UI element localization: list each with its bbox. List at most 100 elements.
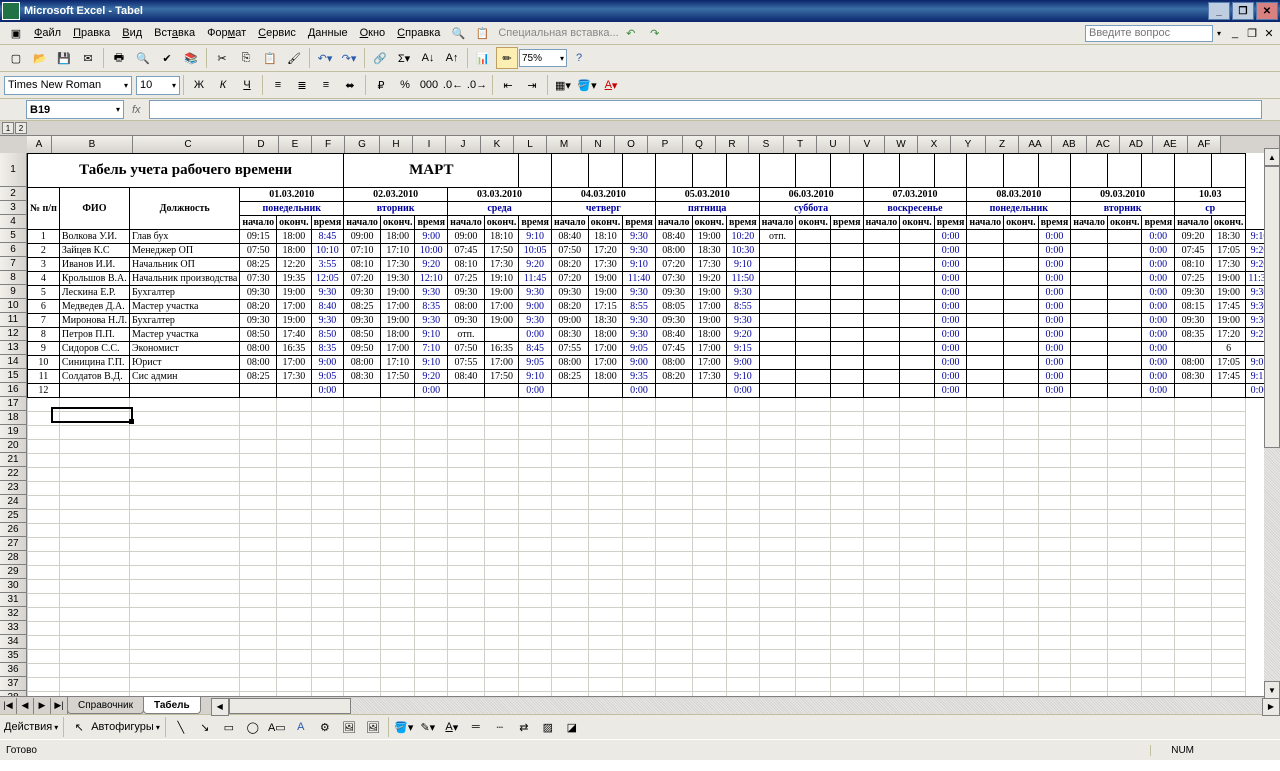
- row-header[interactable]: 24: [0, 495, 27, 509]
- align-right-icon[interactable]: ≡: [315, 74, 337, 96]
- col-header[interactable]: A: [27, 136, 52, 154]
- italic-icon[interactable]: К: [212, 74, 234, 96]
- tab-tabel[interactable]: Табель: [143, 697, 201, 714]
- row-header[interactable]: 4: [0, 215, 27, 229]
- font-color2-icon[interactable]: A▾: [441, 716, 463, 738]
- pointer-icon[interactable]: ↖: [68, 716, 90, 738]
- arrow-icon[interactable]: ↘: [194, 716, 216, 738]
- textbox-icon[interactable]: A▭: [266, 716, 288, 738]
- drawbar-autoshapes[interactable]: Автофигуры: [91, 721, 154, 733]
- row-header[interactable]: 32: [0, 607, 27, 621]
- col-header[interactable]: C: [133, 136, 244, 154]
- font-color-icon[interactable]: A▾: [600, 74, 622, 96]
- col-header[interactable]: J: [446, 136, 481, 154]
- col-header[interactable]: X: [918, 136, 951, 154]
- paste-icon[interactable]: 📋: [259, 47, 281, 69]
- question-input[interactable]: [1085, 25, 1213, 42]
- row-header[interactable]: 33: [0, 621, 27, 635]
- clipboard-icon[interactable]: 📋: [471, 22, 493, 44]
- line-color-icon[interactable]: ✎▾: [417, 716, 439, 738]
- col-header[interactable]: F: [312, 136, 345, 154]
- col-header[interactable]: P: [648, 136, 683, 154]
- dec-dec-icon[interactable]: .0→: [466, 74, 488, 96]
- align-left-icon[interactable]: ≡: [267, 74, 289, 96]
- col-header[interactable]: L: [514, 136, 547, 154]
- select-all[interactable]: [0, 136, 28, 154]
- menu-window[interactable]: Окно: [360, 27, 386, 39]
- row-header[interactable]: 25: [0, 509, 27, 523]
- col-header[interactable]: W: [885, 136, 918, 154]
- arrow-left-icon[interactable]: ↶: [620, 22, 642, 44]
- col-header[interactable]: V: [850, 136, 885, 154]
- row-header[interactable]: 12: [0, 327, 27, 341]
- row-header[interactable]: 16: [0, 383, 27, 397]
- row-header[interactable]: 6: [0, 243, 27, 257]
- row-header[interactable]: 5: [0, 229, 27, 243]
- sort-desc-icon[interactable]: A↑: [441, 47, 463, 69]
- clipart-icon[interactable]: 🖼: [338, 716, 360, 738]
- row-header[interactable]: 19: [0, 425, 27, 439]
- row-header[interactable]: 36: [0, 663, 27, 677]
- menu-file[interactable]: Файл: [34, 27, 61, 39]
- print-icon[interactable]: 🖶: [108, 47, 130, 69]
- scroll-down-icon[interactable]: ▼: [1264, 681, 1280, 699]
- menu-format[interactable]: Формат: [207, 27, 246, 39]
- row-header[interactable]: 23: [0, 481, 27, 495]
- copy-icon[interactable]: ⎘: [235, 47, 257, 69]
- name-box[interactable]: B19: [26, 100, 124, 119]
- row-header[interactable]: 17: [0, 397, 27, 411]
- row-header[interactable]: 11: [0, 313, 27, 327]
- tab-next-icon[interactable]: ▶: [34, 698, 51, 714]
- fill-icon[interactable]: 🪣▾: [393, 716, 415, 738]
- chart-icon[interactable]: 📊: [472, 47, 494, 69]
- indent-inc-icon[interactable]: ⇥: [521, 74, 543, 96]
- col-header[interactable]: T: [784, 136, 817, 154]
- col-header[interactable]: M: [547, 136, 582, 154]
- cut-icon[interactable]: ✂: [211, 47, 233, 69]
- row-header[interactable]: 29: [0, 565, 27, 579]
- row-header[interactable]: 37: [0, 677, 27, 691]
- oval-icon[interactable]: ◯: [242, 716, 264, 738]
- outline-2[interactable]: 2: [15, 122, 27, 134]
- col-header[interactable]: Q: [683, 136, 716, 154]
- fill-color-icon[interactable]: 🪣▾: [576, 74, 598, 96]
- col-header[interactable]: I: [413, 136, 446, 154]
- col-header[interactable]: R: [716, 136, 749, 154]
- sort-asc-icon[interactable]: A↓: [417, 47, 439, 69]
- col-header[interactable]: AC: [1087, 136, 1120, 154]
- borders-icon[interactable]: ▦▾: [552, 74, 574, 96]
- row-header[interactable]: 7: [0, 257, 27, 271]
- binoculars-icon[interactable]: 🔍: [447, 22, 469, 44]
- merge-icon[interactable]: ⬌: [339, 74, 361, 96]
- preview-icon[interactable]: 🔍: [132, 47, 154, 69]
- picture-icon[interactable]: 🖼: [362, 716, 384, 738]
- maximize-button[interactable]: ❐: [1232, 2, 1254, 20]
- drawing-icon[interactable]: ✏: [496, 47, 518, 69]
- row-header[interactable]: 2: [0, 187, 27, 201]
- row-header[interactable]: 3: [0, 201, 27, 215]
- dash-icon[interactable]: ┄: [489, 716, 511, 738]
- close-button[interactable]: ✕: [1256, 2, 1278, 20]
- hyperlink-icon[interactable]: 🔗: [369, 47, 391, 69]
- row-header[interactable]: 1: [0, 153, 27, 187]
- size-combo[interactable]: 10: [136, 76, 180, 95]
- outline-1[interactable]: 1: [2, 122, 14, 134]
- row-header[interactable]: 30: [0, 579, 27, 593]
- undo-icon[interactable]: ↶▾: [314, 47, 336, 69]
- row-header[interactable]: 18: [0, 411, 27, 425]
- row-header[interactable]: 26: [0, 523, 27, 537]
- arrow-style-icon[interactable]: ⇄: [513, 716, 535, 738]
- scroll-right-icon[interactable]: ▶: [1262, 698, 1280, 716]
- col-header[interactable]: AD: [1120, 136, 1153, 154]
- mdi-close[interactable]: ✕: [1262, 26, 1276, 40]
- col-header[interactable]: Y: [951, 136, 986, 154]
- spell-icon[interactable]: ✔: [156, 47, 178, 69]
- vscroll-thumb[interactable]: [1264, 166, 1280, 448]
- row-header[interactable]: 27: [0, 537, 27, 551]
- research-icon[interactable]: 📚: [180, 47, 202, 69]
- col-header[interactable]: E: [279, 136, 312, 154]
- formula-input[interactable]: [149, 100, 1262, 119]
- comma-icon[interactable]: 000: [418, 74, 440, 96]
- bold-icon[interactable]: Ж: [188, 74, 210, 96]
- col-header[interactable]: O: [615, 136, 648, 154]
